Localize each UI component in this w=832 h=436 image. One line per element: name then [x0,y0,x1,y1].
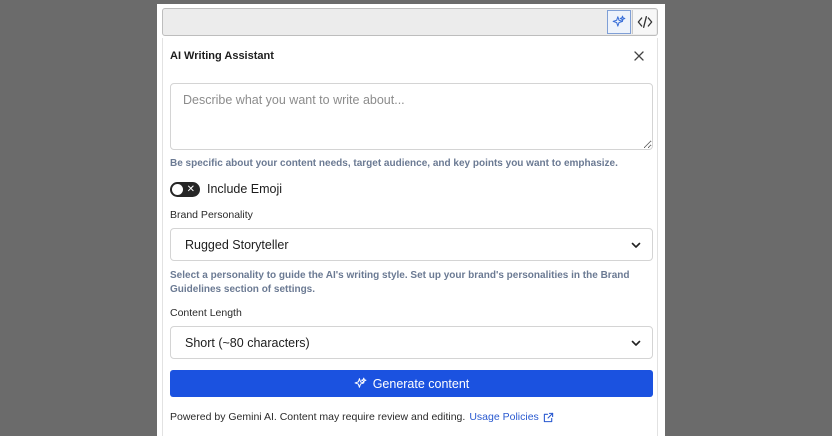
chevron-down-icon [631,340,641,346]
external-link-icon [543,412,553,422]
panel-title: AI Writing Assistant [170,50,274,62]
brand-personality-value: Rugged Storyteller [185,238,289,252]
brand-personality-label: Brand Personality [170,209,253,221]
ai-writing-panel: AI Writing Assistant Be specific about y… [162,38,658,436]
brand-personality-hint: Select a personality to guide the AI's w… [170,270,630,295]
generate-content-button[interactable]: Generate content [170,370,653,397]
include-emoji-label: Include Emoji [207,182,283,196]
ai-assistant-button[interactable] [607,10,631,34]
content-length-label: Content Length [170,307,242,319]
editor-toolbar [162,8,658,36]
toggle-off-icon: ✕ [186,184,195,195]
code-icon [637,16,652,29]
generate-content-label: Generate content [372,376,470,391]
prompt-hint: Be specific about your content needs, ta… [170,158,618,169]
brand-personality-select[interactable]: Rugged Storyteller [170,228,653,261]
code-view-button[interactable] [632,10,656,34]
include-emoji-toggle[interactable]: ✕ [170,182,200,197]
close-button[interactable] [630,47,648,65]
sparkle-icon [612,15,626,27]
content-length-select[interactable]: Short (~80 characters) [170,326,653,359]
toggle-knob [172,184,183,195]
usage-policies-link[interactable]: Usage Policies [469,411,553,423]
sparkle-icon [354,377,367,388]
chevron-down-icon [631,242,641,248]
content-length-value: Short (~80 characters) [185,336,310,350]
editor-frame: AI Writing Assistant Be specific about y… [157,4,665,436]
prompt-input[interactable] [170,83,653,150]
usage-policies-label: Usage Policies [469,411,539,423]
close-icon [634,51,644,61]
footer-text: Powered by Gemini AI. Content may requir… [170,411,466,423]
footer: Powered by Gemini AI. Content may requir… [170,411,554,423]
